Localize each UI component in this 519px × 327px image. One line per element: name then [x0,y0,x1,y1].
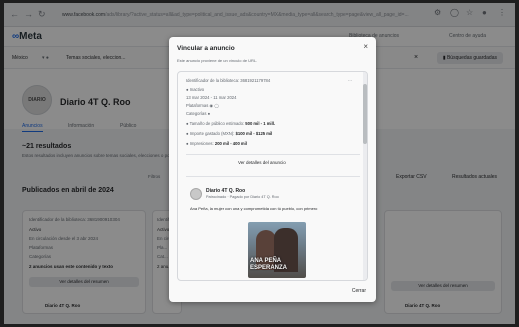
more-options-icon[interactable]: ⋯ [348,78,352,83]
eye-icon: ● [186,141,189,146]
ad-categories: Categorías ● [186,111,210,116]
scrollbar-thumb[interactable] [363,84,367,144]
ad-detail-dialog: Vincular a anuncio × Este anuncio provie… [169,37,376,302]
advertiser-subtitle: Patrocinado · Pagado por Diario 4T Q. Ro… [206,195,279,199]
spend-value: $100 mil - $125 mil [235,131,273,136]
ad-library-id: Identificador de la biblioteca: 36819211… [186,78,271,83]
ad-body-text: Ana Peña, la mujer con una y comprometid… [190,206,318,211]
impressions-value: 200 mil - 400 mil [214,141,247,146]
close-icon[interactable]: × [363,42,368,51]
money-icon: ● [186,131,189,136]
view-ad-details-button[interactable]: Ver detalles del anuncio [238,160,286,165]
advertiser-avatar [190,188,202,200]
ad-creative-image[interactable]: ANA PEÑA ESPERANZA [248,222,306,278]
impressions-row: ● Impresiones: 200 mil - 400 mil [186,141,247,146]
platforms-label: Plataformas [186,103,209,108]
divider [186,154,360,155]
facebook-icon: ◉ [209,103,214,108]
audience-row: ● Tamaño de público estimado: 500 mil - … [186,121,275,126]
ad-platforms: Plataformas ◉ ◯ [186,103,219,108]
close-button[interactable]: Cerrar [352,288,366,294]
dialog-scrollbar[interactable] [363,72,367,280]
ad-dates: 13 mar 2024 - 11 mar 2024 [186,95,237,100]
dialog-subtitle: Este anuncio proviene de un vínculo de U… [177,58,258,63]
ad-detail-panel: Identificador de la biblioteca: 36819211… [177,71,368,281]
spend-label: Importe gastado (MXN): [189,131,235,136]
divider [186,176,360,177]
categories-label: Categorías [186,111,207,116]
audience-icon: ● [186,121,189,126]
audience-label: Tamaño de público estimado: [189,121,245,126]
ad-status: ● Inactivo [186,87,205,92]
browser-window: ← → ↻ www.facebook.com/ads/library/?acti… [4,3,515,324]
advertiser-name[interactable]: Diario 4T Q. Roo [206,188,245,194]
creative-overlay-text: ANA PEÑA ESPERANZA [250,258,288,271]
ad-status-label: Inactivo [189,87,205,92]
spend-row: ● Importe gastado (MXN): $100 mil - $125… [186,131,272,136]
audience-value: 500 mil - 1 mill. [245,121,276,126]
instagram-icon: ◯ [214,103,220,108]
impressions-label: Impresiones: [189,141,214,146]
info-icon: ● [207,111,211,116]
dialog-title: Vincular a anuncio [177,45,235,52]
